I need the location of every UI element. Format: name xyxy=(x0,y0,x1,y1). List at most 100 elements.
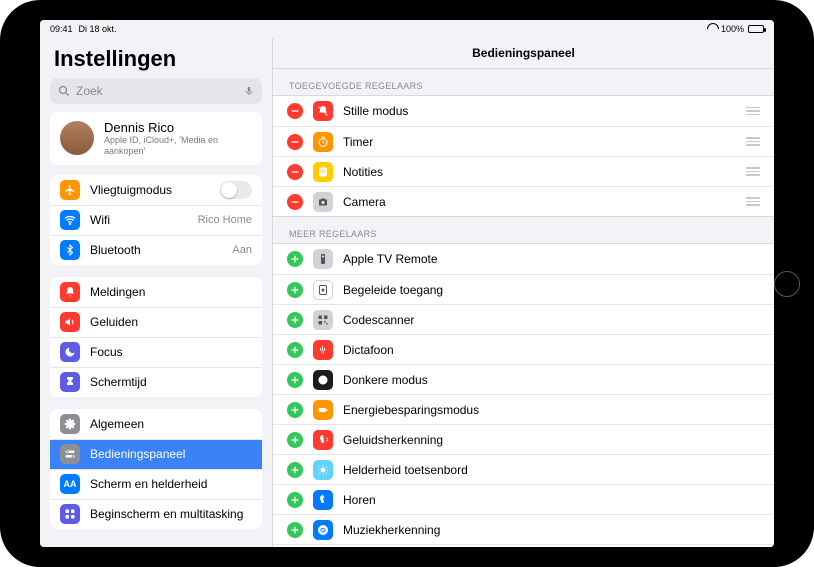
note-icon xyxy=(313,162,333,182)
add-button[interactable] xyxy=(287,372,303,388)
sidebar-item-notifications[interactable]: Meldingen xyxy=(50,277,262,307)
apple-id-row[interactable]: Dennis Rico Apple ID, iCloud+, 'Media en… xyxy=(50,112,262,165)
add-button[interactable] xyxy=(287,312,303,328)
control-item: Geluidsherkenning xyxy=(273,424,774,454)
sidebar-item-homescreen[interactable]: Beginscherm en multitasking xyxy=(50,499,262,529)
control-label: Dictafoon xyxy=(343,343,760,357)
main-panel: Bedieningspaneel TOEGEVOEGDE REGELAARS S… xyxy=(272,38,774,547)
sidebar-item-focus[interactable]: Focus xyxy=(50,337,262,367)
add-button[interactable] xyxy=(287,522,303,538)
timer-icon xyxy=(313,132,333,152)
control-label: Horen xyxy=(343,493,760,507)
control-item: Begeleide toegang xyxy=(273,274,774,304)
general-group: Algemeen Bedieningspaneel AA Scherm en h… xyxy=(50,409,262,529)
ear-icon xyxy=(313,490,333,510)
app-grid-icon xyxy=(60,504,80,524)
remove-button[interactable] xyxy=(287,103,303,119)
control-label: Camera xyxy=(343,195,736,209)
battery-icon xyxy=(748,25,764,33)
general-label: Algemeen xyxy=(90,417,252,431)
add-button[interactable] xyxy=(287,251,303,267)
section-added-title: TOEGEVOEGDE REGELAARS xyxy=(273,69,774,95)
sidebar-item-control-center[interactable]: Bedieningspaneel xyxy=(50,439,262,469)
wifi-value: Rico Home xyxy=(198,214,252,226)
wifi-icon xyxy=(60,210,80,230)
added-controls-list: Stille modus Timer Notities Camera xyxy=(273,95,774,217)
text-size-icon: AA xyxy=(60,474,80,494)
section-more-title: MEER REGELAARS xyxy=(273,217,774,243)
drag-handle-icon[interactable] xyxy=(746,107,760,116)
avatar xyxy=(60,121,94,155)
add-button[interactable] xyxy=(287,432,303,448)
control-item: Prestatietracering xyxy=(273,544,774,547)
camera-icon xyxy=(313,192,333,212)
battery-icon xyxy=(313,400,333,420)
drag-handle-icon[interactable] xyxy=(746,197,760,206)
sidebar-item-bluetooth[interactable]: Bluetooth Aan xyxy=(50,235,262,265)
ear-sound-icon xyxy=(313,430,333,450)
control-item: Stille modus xyxy=(273,96,774,126)
bluetooth-icon xyxy=(60,240,80,260)
control-item: Apple TV Remote xyxy=(273,244,774,274)
control-label: Stille modus xyxy=(343,104,736,118)
page-title: Instellingen xyxy=(40,38,272,78)
toggles-icon xyxy=(60,444,80,464)
notifications-label: Meldingen xyxy=(90,285,252,299)
add-button[interactable] xyxy=(287,492,303,508)
airplane-icon xyxy=(60,180,80,200)
wifi-status-icon xyxy=(707,25,717,33)
sidebar-item-screentime[interactable]: Schermtijd xyxy=(50,367,262,397)
settings-sidebar: Instellingen Zoek Dennis Rico Apple ID, … xyxy=(40,38,272,547)
control-item: Camera xyxy=(273,186,774,216)
remove-button[interactable] xyxy=(287,164,303,180)
sidebar-item-wifi[interactable]: Wifi Rico Home xyxy=(50,205,262,235)
wifi-label: Wifi xyxy=(90,213,188,227)
home-button[interactable] xyxy=(774,271,800,297)
remove-button[interactable] xyxy=(287,134,303,150)
darkmode-icon xyxy=(313,370,333,390)
drag-handle-icon[interactable] xyxy=(746,167,760,176)
drag-handle-icon[interactable] xyxy=(746,137,760,146)
focus-label: Focus xyxy=(90,345,252,359)
clock: 09:41 xyxy=(50,24,73,34)
sidebar-item-display[interactable]: AA Scherm en helderheid xyxy=(50,469,262,499)
bluetooth-value: Aan xyxy=(232,244,252,256)
airplane-toggle[interactable] xyxy=(220,181,252,199)
control-label: Donkere modus xyxy=(343,373,760,387)
remove-button[interactable] xyxy=(287,194,303,210)
guided-icon xyxy=(313,280,333,300)
control-item: Timer xyxy=(273,126,774,156)
search-icon xyxy=(58,85,70,97)
control-label: Notities xyxy=(343,165,736,179)
add-button[interactable] xyxy=(287,342,303,358)
control-item: Dictafoon xyxy=(273,334,774,364)
add-button[interactable] xyxy=(287,462,303,478)
search-input[interactable]: Zoek xyxy=(50,78,262,104)
control-item: Codescanner xyxy=(273,304,774,334)
more-controls-list: Apple TV RemoteBegeleide toegangCodescan… xyxy=(273,243,774,547)
control-item: Energiebesparingsmodus xyxy=(273,394,774,424)
notifications-group: Meldingen Geluiden Focus xyxy=(50,277,262,397)
date: Di 18 okt. xyxy=(79,24,117,34)
control-label: Helderheid toetsenbord xyxy=(343,463,760,477)
homescreen-label: Beginscherm en multitasking xyxy=(90,507,252,521)
sidebar-item-general[interactable]: Algemeen xyxy=(50,409,262,439)
shazam-icon xyxy=(313,520,333,540)
bell-slash-icon xyxy=(313,101,333,121)
control-item: Notities xyxy=(273,156,774,186)
dictation-icon[interactable] xyxy=(244,84,254,98)
control-item: Helderheid toetsenbord xyxy=(273,454,774,484)
control-label: Timer xyxy=(343,135,736,149)
add-button[interactable] xyxy=(287,282,303,298)
brightness-icon xyxy=(313,460,333,480)
profile-sub: Apple ID, iCloud+, 'Media en aankopen' xyxy=(104,135,252,157)
bluetooth-label: Bluetooth xyxy=(90,243,222,257)
moon-icon xyxy=(60,342,80,362)
gear-icon xyxy=(60,414,80,434)
sidebar-item-sounds[interactable]: Geluiden xyxy=(50,307,262,337)
sidebar-item-airplane[interactable]: Vliegtuigmodus xyxy=(50,175,262,205)
control-center-label: Bedieningspaneel xyxy=(90,447,252,461)
speaker-icon xyxy=(60,312,80,332)
qr-icon xyxy=(313,310,333,330)
add-button[interactable] xyxy=(287,402,303,418)
